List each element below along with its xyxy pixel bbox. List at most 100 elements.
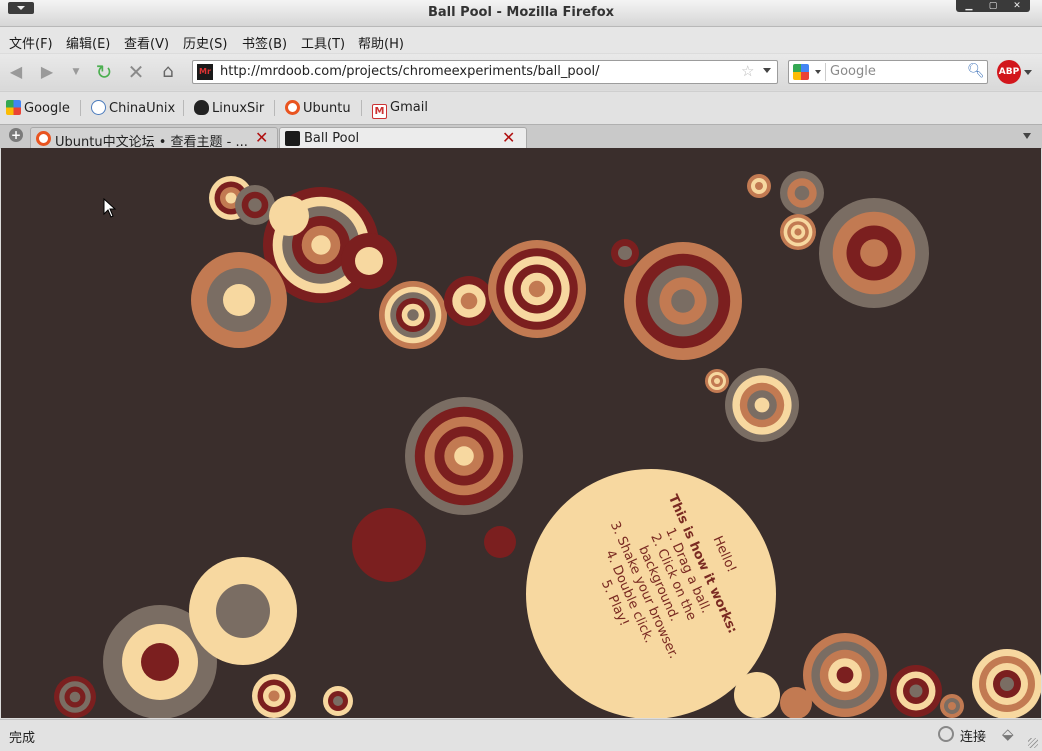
tab-bar: + Ubuntu中文论坛 • 查看主题 - ... ✕ Ball Pool ✕ [0, 124, 1042, 150]
ball[interactable] [235, 185, 275, 225]
ball-ring [454, 446, 474, 466]
ball-ring [860, 239, 888, 267]
forward-icon[interactable]: ▶ [37, 62, 57, 82]
search-box[interactable]: Google 🔍︎ [788, 60, 988, 84]
resize-grip[interactable] [1028, 738, 1038, 748]
url-dropdown-icon[interactable] [763, 68, 771, 73]
tab-ball-pool[interactable]: Ball Pool ✕ [279, 127, 527, 150]
history-dropdown-icon[interactable]: ▼ [66, 62, 86, 82]
menu-tools[interactable]: 工具(T) [301, 33, 345, 52]
ball[interactable] [803, 633, 887, 717]
window-controls: ▁ ▢ ✕ [956, 0, 1030, 12]
ball-ring [714, 378, 720, 384]
tab-ubuntu-forum[interactable]: Ubuntu中文论坛 • 查看主题 - ... ✕ [30, 127, 278, 150]
url-bar[interactable]: Mr http://mrdoob.com/projects/chromeexpe… [192, 60, 778, 84]
back-icon[interactable]: ◀ [6, 62, 26, 82]
ball[interactable] [780, 214, 816, 250]
ball[interactable] [972, 649, 1041, 718]
menu-bar: 文件(F) 编辑(E) 查看(V) 历史(S) 书签(B) 工具(T) 帮助(H… [0, 27, 1042, 53]
ball[interactable] [252, 674, 296, 718]
ball-ring [794, 228, 802, 236]
ball[interactable] [189, 557, 297, 665]
ball[interactable] [705, 369, 729, 393]
reload-icon[interactable]: ↻ [94, 62, 114, 82]
new-tab-button[interactable]: + [9, 128, 23, 142]
ball[interactable] [444, 276, 494, 326]
bookmark-google[interactable]: Google [6, 100, 70, 116]
ball[interactable] [269, 196, 309, 236]
bookmark-gmail[interactable]: M Gmail [372, 100, 428, 119]
ball[interactable] [611, 239, 639, 267]
ball[interactable] [54, 676, 96, 718]
ball-ring [248, 198, 262, 212]
ball-ring [407, 309, 419, 321]
status-bar: 完成 连接 ⬙ [0, 719, 1042, 751]
tag-icon[interactable]: ⬙ [1002, 725, 1014, 743]
connection-text[interactable]: 连接 [960, 726, 986, 745]
bookmark-label: Ubuntu [303, 101, 351, 116]
url-text[interactable]: http://mrdoob.com/projects/chromeexperim… [220, 64, 600, 79]
ball-ring [460, 292, 478, 310]
ball-ring [352, 508, 426, 582]
bookmark-star-icon[interactable]: ☆ [741, 62, 754, 80]
bookmark-ubuntu[interactable]: Ubuntu [285, 100, 351, 116]
menu-file[interactable]: 文件(F) [9, 33, 53, 52]
stop-icon[interactable]: ✕ [126, 62, 146, 82]
tab-label: Ball Pool [304, 131, 360, 146]
ball[interactable] [341, 233, 397, 289]
ball[interactable] [484, 526, 516, 558]
ball[interactable] [819, 198, 929, 308]
close-tab-icon[interactable]: ✕ [255, 129, 268, 147]
status-text: 完成 [9, 731, 36, 746]
ball[interactable] [405, 397, 523, 515]
ball-ring [333, 696, 343, 706]
bookmark-linuxsir[interactable]: LinuxSir [194, 100, 264, 116]
ball-ring [355, 247, 383, 275]
ball[interactable] [191, 252, 287, 348]
ball-ring [836, 666, 854, 684]
ball[interactable] [624, 242, 742, 360]
ball-ring [528, 280, 546, 298]
ball-ring [269, 196, 309, 236]
ball[interactable] [379, 281, 447, 349]
close-window-button[interactable]: ✕ [1005, 0, 1029, 12]
ball[interactable] [725, 368, 799, 442]
balls-layer[interactable] [1, 148, 1041, 718]
connection-icon[interactable] [938, 726, 954, 742]
list-all-tabs-icon[interactable] [1023, 133, 1031, 139]
menu-edit[interactable]: 编辑(E) [66, 33, 110, 52]
ball[interactable] [780, 171, 824, 215]
ball[interactable] [352, 508, 426, 582]
ball[interactable] [940, 694, 964, 718]
chinaunix-icon [91, 100, 106, 115]
bookmark-separator [274, 100, 275, 116]
minimize-button[interactable]: ▁ [957, 0, 981, 12]
ball[interactable] [488, 240, 586, 338]
search-engine-selector[interactable] [791, 63, 826, 81]
home-icon[interactable]: ⌂ [158, 62, 178, 82]
ball-ring [268, 690, 280, 702]
adblock-plus-icon[interactable]: ABP [997, 60, 1021, 84]
ball-pool-canvas[interactable]: Hello! This is how it works: 1. Drag a b… [1, 148, 1041, 718]
ball[interactable] [780, 687, 812, 718]
close-tab-icon[interactable]: ✕ [502, 129, 515, 147]
search-icon[interactable]: 🔍︎ [967, 63, 985, 79]
menu-help[interactable]: 帮助(H) [358, 33, 404, 52]
google-icon [793, 64, 809, 80]
menu-history[interactable]: 历史(S) [183, 33, 227, 52]
menu-bookmarks[interactable]: 书签(B) [242, 33, 287, 52]
ball-ring [311, 235, 331, 255]
search-placeholder[interactable]: Google [830, 64, 876, 79]
ubuntu-icon [36, 131, 51, 146]
mouse-cursor-icon [103, 198, 117, 218]
menu-view[interactable]: 查看(V) [124, 33, 169, 52]
ball[interactable] [323, 686, 353, 716]
ball[interactable] [890, 665, 942, 717]
ubuntu-icon [285, 100, 300, 115]
ball[interactable] [747, 174, 771, 198]
ball-ring [755, 182, 763, 190]
bookmark-label: Google [24, 101, 70, 116]
bookmark-chinaunix[interactable]: ChinaUnix [91, 100, 175, 116]
adblock-dropdown-icon[interactable] [1024, 70, 1032, 75]
maximize-button[interactable]: ▢ [981, 0, 1005, 12]
